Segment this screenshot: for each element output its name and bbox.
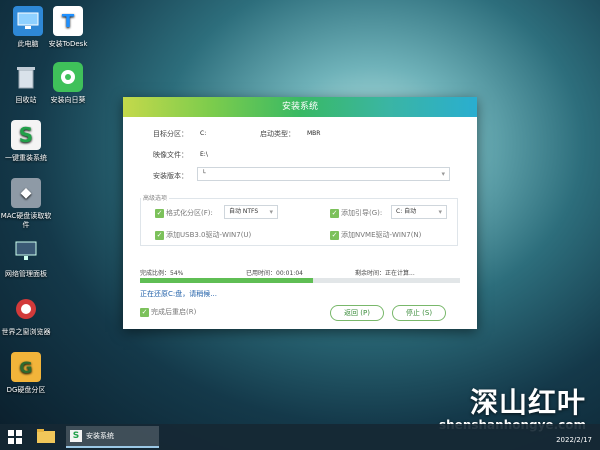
install-version-dropdown[interactable]: └ ▾ xyxy=(197,167,450,181)
usb3-driver-label: 添加USB3.0驱动-WIN7(U) xyxy=(166,231,252,239)
start-button[interactable] xyxy=(8,430,22,444)
install-version-value: └ xyxy=(202,170,206,177)
diskgenius-icon: G xyxy=(11,352,41,382)
desktop-icon-network-panel[interactable]: 网络管理面板 xyxy=(0,236,54,279)
nvme-driver-label: 添加NVME驱动-WIN7(N) xyxy=(341,231,422,239)
check-icon: ✓ xyxy=(155,230,164,240)
progress-bar xyxy=(140,278,460,283)
stop-button[interactable]: 停止 (S) xyxy=(392,305,446,321)
taskbar-date: 2022/2/17 xyxy=(556,436,592,444)
progress-percent-label: 完成比例：54% xyxy=(140,270,184,277)
watermark-title: 深山红叶 xyxy=(469,386,586,419)
globe-icon xyxy=(11,294,41,324)
add-boot-dropdown[interactable]: C: 自动 ▾ xyxy=(391,205,447,219)
check-icon: ✓ xyxy=(330,230,339,240)
boot-type-label: 启动类型： xyxy=(260,130,295,138)
check-icon: ✓ xyxy=(140,307,149,317)
taskbar-app-installer[interactable]: S 安装系统 xyxy=(66,426,159,448)
add-boot-label: 添加引导(G): xyxy=(341,209,383,217)
desktop-icon-label: MAC硬盘读取软件 xyxy=(0,212,52,229)
chevron-down-icon: ▾ xyxy=(269,208,273,216)
desktop-icon-theworld-browser[interactable]: 世界之窗浏览器 xyxy=(0,294,54,337)
network-icon xyxy=(11,236,41,266)
installer-window: 安装系统 目标分区： C: 启动类型： MBR 映像文件： E:\ 安装版本： … xyxy=(123,97,477,329)
format-partition-label: 格式化分区(F): xyxy=(166,209,213,217)
taskbar: S 安装系统 xyxy=(0,424,600,450)
install-version-label: 安装版本： xyxy=(153,172,188,180)
folder-icon xyxy=(37,429,55,443)
desktop-icon-label: 网络管理面板 xyxy=(5,270,47,278)
apple-icon: ◆ xyxy=(11,178,41,208)
desktop-icon-label: 世界之窗浏览器 xyxy=(1,328,51,336)
todesk-icon: T xyxy=(53,6,83,36)
target-partition-value: C: xyxy=(200,130,207,137)
chevron-down-icon: ▾ xyxy=(441,170,445,178)
status-text: 正在还原C:盘，请稍候... xyxy=(140,290,217,298)
desktop-icon-label: DG硬盘分区 xyxy=(6,386,46,394)
format-partition-checkbox[interactable]: ✓ 格式化分区(F): xyxy=(155,208,213,218)
usb3-driver-checkbox[interactable]: ✓ 添加USB3.0驱动-WIN7(U) xyxy=(155,230,251,240)
back-button[interactable]: 返回 (P) xyxy=(330,305,384,321)
nvme-driver-checkbox[interactable]: ✓ 添加NVME驱动-WIN7(N) xyxy=(330,230,421,240)
image-file-label: 映像文件： xyxy=(153,151,188,159)
format-partition-value: 自动 NTFS xyxy=(229,208,259,215)
desktop-icon-mac-disk[interactable]: ◆ MAC硬盘读取软件 xyxy=(0,178,54,230)
s-logo-icon: S xyxy=(11,120,41,150)
desktop-icon-dg-partition[interactable]: G DG硬盘分区 xyxy=(0,352,54,395)
desktop-icon-label: 一键重装系统 xyxy=(5,154,47,162)
desktop-icon-one-key-reinstall[interactable]: S 一键重装系统 xyxy=(0,120,54,163)
restart-after-label: 完成后重启(R) xyxy=(151,308,197,316)
desktop-icon-label: 安装向日葵 xyxy=(50,96,86,104)
desktop-icon-label: 安装ToDesk xyxy=(48,40,88,48)
check-icon: ✓ xyxy=(330,208,339,218)
desktop-icon-todesk[interactable]: T 安装ToDesk xyxy=(40,6,96,49)
sunflower-icon xyxy=(53,62,83,92)
check-icon: ✓ xyxy=(155,208,164,218)
desktop-icon-sunlogin[interactable]: 安装向日葵 xyxy=(40,62,96,105)
add-boot-checkbox[interactable]: ✓ 添加引导(G): xyxy=(330,208,382,218)
restart-after-checkbox[interactable]: ✓ 完成后重启(R) xyxy=(140,307,196,317)
image-file-value: E:\ xyxy=(200,151,208,158)
boot-type-value: MBR xyxy=(307,130,321,137)
format-partition-dropdown[interactable]: 自动 NTFS ▾ xyxy=(224,205,278,219)
progress-fill xyxy=(140,278,313,283)
taskbar-app-label: 安装系统 xyxy=(86,432,114,440)
target-partition-label: 目标分区： xyxy=(153,130,188,138)
windows-icon xyxy=(8,430,22,444)
window-title: 安装系统 xyxy=(123,97,477,117)
chevron-down-icon: ▾ xyxy=(438,208,442,216)
advanced-options-legend: 高级选项 xyxy=(141,193,170,202)
installer-app-icon: S xyxy=(70,430,82,442)
file-explorer-button[interactable] xyxy=(37,429,55,445)
elapsed-time-label: 已用时间：00:01:04 xyxy=(246,270,303,277)
add-boot-value: C: 自动 xyxy=(396,208,417,215)
recycle-bin-icon xyxy=(11,62,41,92)
computer-icon xyxy=(13,6,43,36)
remaining-time-label: 剩余时间：正在计算... xyxy=(355,270,415,277)
